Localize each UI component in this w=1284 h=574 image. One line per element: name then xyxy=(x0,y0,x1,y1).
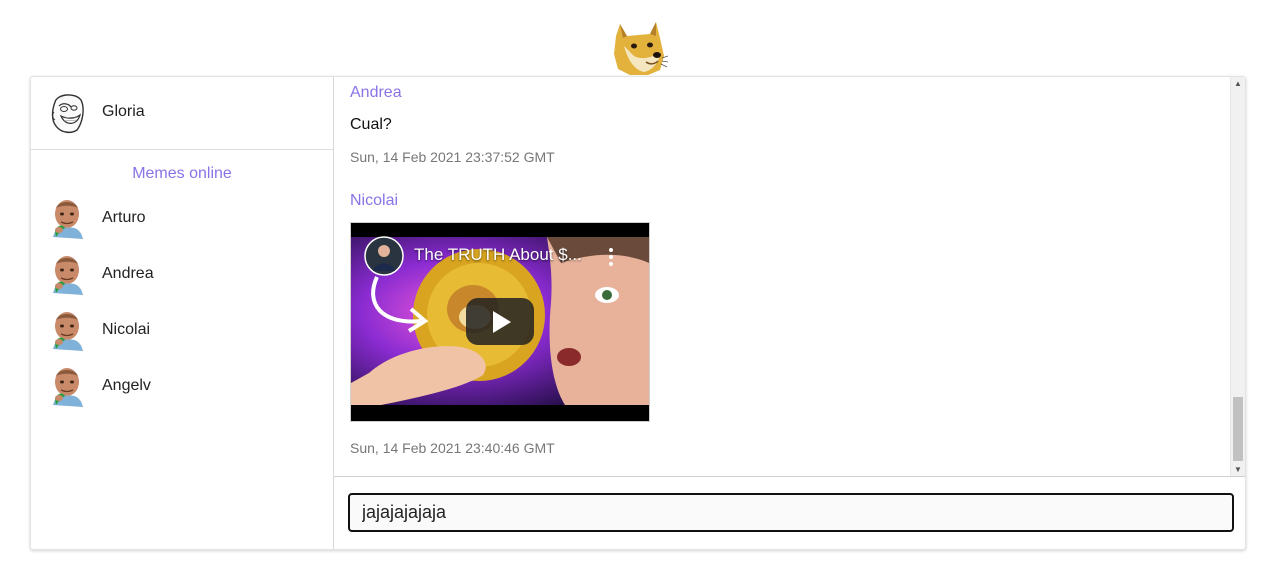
current-user-name: Gloria xyxy=(102,103,145,120)
online-user-item[interactable]: Andrea xyxy=(31,247,333,303)
online-user-name: Nicolai xyxy=(102,321,151,338)
success-kid-icon xyxy=(53,200,83,239)
online-user-name: Angelv xyxy=(102,377,151,394)
current-user: Gloria xyxy=(31,77,333,150)
online-users-list: Arturo Andrea Nicolai Angelv xyxy=(31,191,333,415)
messages-scrollbar[interactable]: ▲ ▼ xyxy=(1230,77,1245,476)
scroll-down-arrow-icon[interactable]: ▼ xyxy=(1231,463,1245,476)
message-input[interactable] xyxy=(348,493,1234,532)
chat-card: Gloria Memes online Arturo Andrea Nicola… xyxy=(30,76,1246,550)
messages-panel[interactable]: Andrea Cual? Sun, 14 Feb 2021 23:37:52 G… xyxy=(334,77,1245,477)
more-vert-icon[interactable] xyxy=(609,248,613,266)
online-user-name: Arturo xyxy=(102,209,146,226)
composer xyxy=(334,477,1245,549)
chat-page: Gloria Memes online Arturo Andrea Nicola… xyxy=(0,0,1284,574)
message-timestamp: Sun, 14 Feb 2021 23:40:46 GMT xyxy=(350,440,555,456)
play-icon[interactable] xyxy=(466,298,534,345)
message-author: Nicolai xyxy=(350,192,399,209)
video-embed[interactable]: The TRUTH About $... xyxy=(350,222,650,422)
message-author: Andrea xyxy=(350,84,402,101)
sidebar: Gloria Memes online Arturo Andrea Nicola… xyxy=(31,77,334,549)
message-text: Cual? xyxy=(350,116,392,133)
online-user-item[interactable]: Angelv xyxy=(31,359,333,415)
video-title[interactable]: The TRUTH About $... xyxy=(414,245,594,265)
online-users-title: Memes online xyxy=(132,165,232,182)
online-user-item[interactable]: Arturo xyxy=(31,191,333,247)
success-kid-icon xyxy=(53,256,83,295)
message-timestamp: Sun, 14 Feb 2021 23:37:52 GMT xyxy=(350,149,555,165)
scrollbar-thumb[interactable] xyxy=(1233,397,1243,461)
troll-face-icon xyxy=(51,94,84,134)
scroll-up-arrow-icon[interactable]: ▲ xyxy=(1231,77,1245,91)
online-user-item[interactable]: Nicolai xyxy=(31,303,333,359)
success-kid-icon xyxy=(53,312,83,351)
doge-logo-icon xyxy=(614,22,668,75)
success-kid-icon xyxy=(53,368,83,407)
online-user-name: Andrea xyxy=(102,265,154,282)
